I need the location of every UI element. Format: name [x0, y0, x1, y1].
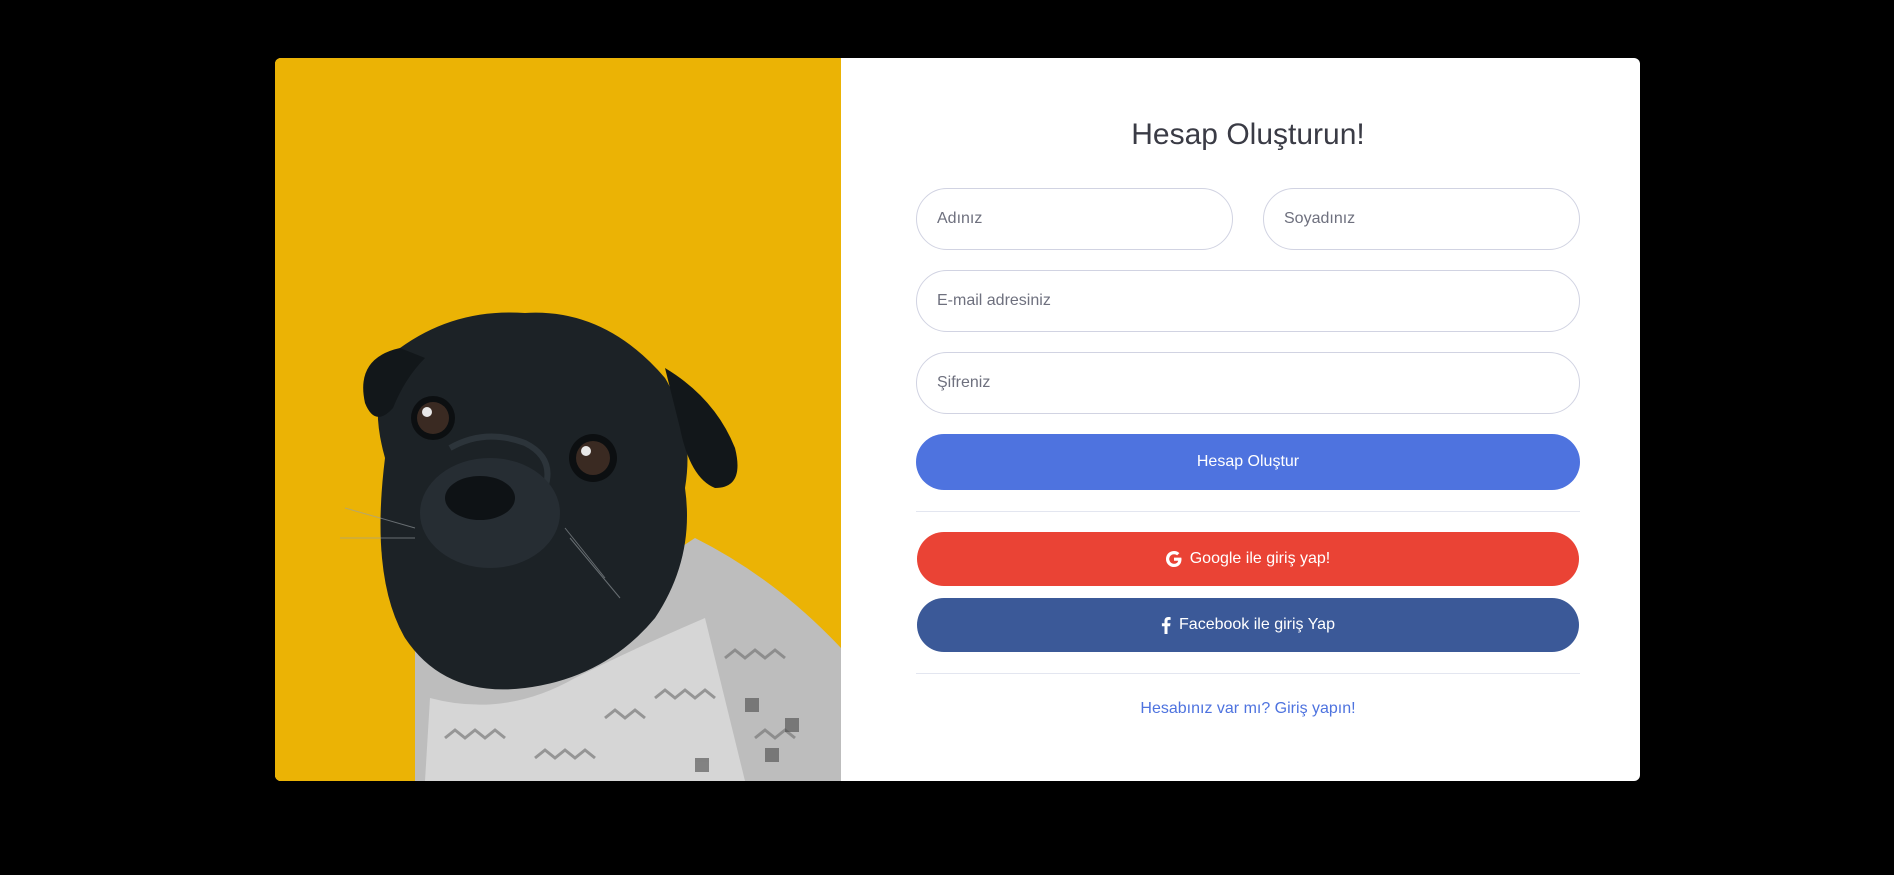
email-input[interactable] — [916, 270, 1580, 332]
first-name-input[interactable] — [916, 188, 1233, 250]
google-icon — [1165, 551, 1182, 567]
password-input[interactable] — [916, 352, 1580, 414]
page-title: Hesap Oluşturun! — [1131, 118, 1365, 151]
login-link[interactable]: Hesabınız var mı? Giriş yapın! — [916, 700, 1580, 718]
register-form: Hesap Oluşturun! Hesap Oluştur — [916, 58, 1580, 718]
google-login-label: Google ile giriş yap! — [1189, 550, 1331, 567]
facebook-login-label: Facebook ile giriş Yap — [1179, 616, 1335, 633]
divider-bottom — [916, 673, 1580, 674]
google-login-button[interactable]: Google ile giriş yap! — [917, 532, 1579, 586]
form-panel: Hesap Oluşturun! Hesap Oluştur — [841, 58, 1640, 781]
create-account-button[interactable]: Hesap Oluştur — [916, 434, 1580, 490]
facebook-login-button[interactable]: Facebook ile giriş Yap — [917, 598, 1579, 652]
facebook-icon — [1161, 616, 1171, 634]
register-card: Hesap Oluşturun! Hesap Oluştur — [275, 58, 1640, 781]
pug-image — [275, 58, 841, 781]
create-account-label: Hesap Oluştur — [1196, 453, 1300, 470]
pug-illustration — [275, 58, 841, 781]
divider — [916, 511, 1580, 512]
last-name-input[interactable] — [1263, 188, 1580, 250]
